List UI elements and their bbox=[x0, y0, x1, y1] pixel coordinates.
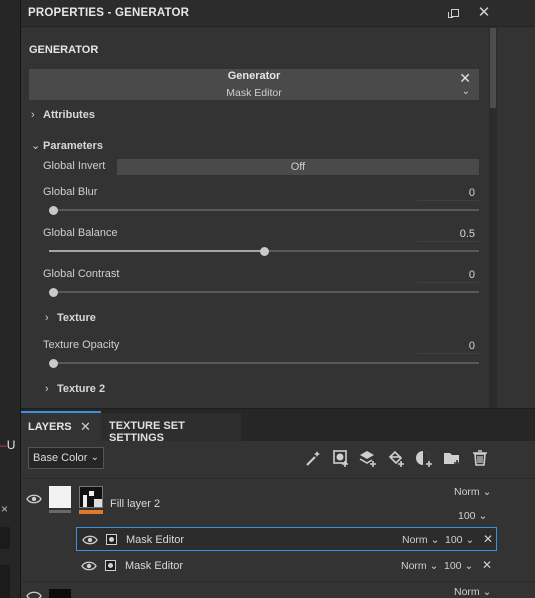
neighbor-close-icon[interactable]: × bbox=[1, 502, 8, 516]
texture-opacity-slider-track[interactable] bbox=[49, 362, 479, 364]
effect-row-mask-editor-1[interactable]: Mask Editor Norm ⌄ 100 ⌄ ✕ bbox=[76, 527, 497, 551]
effect-name: Mask Editor bbox=[125, 560, 184, 572]
global-balance-slider-thumb[interactable] bbox=[259, 247, 269, 256]
close-icon: ✕ bbox=[477, 4, 491, 21]
global-contrast-label: Global Contrast bbox=[43, 268, 120, 280]
texture-opacity-label: Texture Opacity bbox=[43, 339, 120, 351]
chevron-down-icon[interactable]: ⌄ bbox=[462, 86, 470, 97]
add-folder-icon[interactable] bbox=[442, 448, 462, 468]
next-layer-thumbnail bbox=[49, 589, 71, 598]
eye-icon[interactable] bbox=[82, 534, 98, 546]
group-texture-2[interactable]: › Texture 2 bbox=[45, 383, 105, 395]
fill-layer-name[interactable]: Fill layer 2 bbox=[110, 498, 160, 510]
remove-effect-icon[interactable]: ✕ bbox=[483, 532, 493, 546]
global-balance-value[interactable]: 0.5 bbox=[417, 228, 475, 240]
value-underline bbox=[417, 200, 479, 201]
effect-name: Mask Editor bbox=[126, 534, 185, 546]
close-icon[interactable]: ✕ bbox=[80, 419, 91, 435]
effect-opacity[interactable]: 100 ⌄ bbox=[444, 560, 473, 572]
tab-texture-set-settings-label: TEXTURE SET SETTINGS bbox=[109, 420, 185, 444]
global-blur-value[interactable]: 0 bbox=[417, 187, 475, 199]
effect-blend-mode[interactable]: Norm ⌄ bbox=[401, 560, 438, 572]
fill-layer-marker bbox=[79, 510, 103, 514]
mask-editor-icon bbox=[105, 560, 116, 571]
next-layer-row[interactable]: Norm ⌄ bbox=[21, 581, 535, 598]
magic-wand-icon[interactable] bbox=[303, 448, 323, 468]
neighbor-field bbox=[0, 527, 10, 549]
add-layer-icon[interactable] bbox=[358, 448, 378, 468]
global-blur-slider-thumb[interactable] bbox=[48, 206, 58, 215]
delete-icon[interactable] bbox=[470, 448, 490, 468]
global-contrast-slider-track[interactable] bbox=[49, 291, 479, 293]
thumbnail-underline bbox=[49, 510, 71, 513]
fill-layer-opacity[interactable]: 100 ⌄ bbox=[458, 510, 487, 522]
value-underline bbox=[417, 241, 479, 242]
group-attributes[interactable]: › Attributes bbox=[31, 109, 95, 121]
value-underline bbox=[417, 282, 479, 283]
value-underline bbox=[417, 353, 479, 354]
chevron-down-icon: ⌄ bbox=[31, 140, 41, 152]
mask-editor-icon bbox=[106, 534, 117, 545]
tab-layers-label: LAYERS bbox=[28, 421, 72, 433]
effect-row-mask-editor-2[interactable]: Mask Editor Norm ⌄ 100 ⌄ ✕ bbox=[76, 554, 497, 578]
texture-opacity-slider-thumb[interactable] bbox=[48, 359, 58, 368]
properties-panel: PROPERTIES - GENERATOR ✕ GENERATOR Gener… bbox=[21, 0, 535, 408]
global-blur-label: Global Blur bbox=[43, 186, 98, 198]
restore-icon bbox=[448, 9, 459, 18]
channel-select-value: Base Color bbox=[33, 452, 88, 464]
global-contrast-value[interactable]: 0 bbox=[417, 269, 475, 281]
eye-icon[interactable] bbox=[81, 560, 97, 572]
effect-blend-mode[interactable]: Norm ⌄ bbox=[402, 534, 439, 546]
global-contrast-slider-thumb[interactable] bbox=[48, 288, 58, 297]
eye-icon[interactable] bbox=[26, 590, 42, 598]
add-fill-icon[interactable] bbox=[386, 448, 406, 468]
texture-opacity-value[interactable]: 0 bbox=[417, 340, 475, 352]
smart-material-icon[interactable] bbox=[414, 448, 434, 468]
generator-subtitle: Mask Editor bbox=[226, 87, 282, 99]
next-layer-blend-mode[interactable]: Norm ⌄ bbox=[454, 586, 491, 598]
add-mask-icon[interactable] bbox=[331, 448, 351, 468]
layers-tab-bar: LAYERS ✕ TEXTURE SET SETTINGS bbox=[21, 409, 535, 444]
properties-title: PROPERTIES - GENERATOR bbox=[28, 7, 190, 19]
neighbor-fragment-text: –U bbox=[0, 438, 16, 452]
group-parameters[interactable]: ⌄ Parameters bbox=[31, 139, 103, 152]
chevron-right-icon: › bbox=[45, 383, 49, 395]
remove-effect-icon[interactable]: ✕ bbox=[482, 558, 492, 572]
neighbor-field-2 bbox=[0, 565, 10, 598]
global-blur-slider-track[interactable] bbox=[49, 209, 479, 211]
chevron-down-icon: ⌄ bbox=[90, 452, 99, 463]
fill-layer-row[interactable]: Fill layer 2 Norm ⌄ 100 ⌄ bbox=[21, 478, 535, 524]
close-panel-button[interactable]: ✕ bbox=[476, 5, 492, 21]
generator-name: Generator bbox=[227, 70, 281, 82]
mask-thumbnail[interactable] bbox=[79, 486, 103, 508]
layers-panel: LAYERS ✕ TEXTURE SET SETTINGS Base Color… bbox=[21, 409, 535, 598]
restore-window-button[interactable] bbox=[447, 5, 463, 21]
tab-texture-set-settings[interactable]: TEXTURE SET SETTINGS bbox=[101, 413, 241, 444]
neighbor-panel-sliver: –U × bbox=[0, 0, 21, 598]
global-invert-toggle[interactable]: Off bbox=[117, 159, 479, 175]
group-texture[interactable]: › Texture bbox=[45, 312, 96, 324]
fill-layer-blend-mode[interactable]: Norm ⌄ bbox=[454, 486, 491, 498]
chevron-right-icon: › bbox=[31, 109, 35, 121]
global-invert-label: Global Invert bbox=[43, 160, 106, 172]
effect-opacity[interactable]: 100 ⌄ bbox=[445, 534, 474, 546]
scrollbar-thumb[interactable] bbox=[490, 28, 496, 108]
channel-select[interactable]: Base Color ⌄ bbox=[28, 447, 104, 469]
tab-layers[interactable]: LAYERS ✕ bbox=[21, 411, 101, 441]
fill-layer-thumbnail bbox=[49, 486, 71, 508]
slider-fill bbox=[49, 250, 264, 252]
chevron-right-icon: › bbox=[45, 312, 49, 324]
section-title: GENERATOR bbox=[29, 44, 99, 56]
global-balance-label: Global Balance bbox=[43, 227, 118, 239]
remove-generator-icon[interactable]: ✕ bbox=[459, 70, 471, 87]
eye-icon[interactable] bbox=[26, 493, 42, 505]
properties-scrollbar[interactable] bbox=[489, 28, 497, 408]
generator-selector[interactable]: Generator Mask Editor ✕ ⌄ bbox=[29, 69, 479, 100]
